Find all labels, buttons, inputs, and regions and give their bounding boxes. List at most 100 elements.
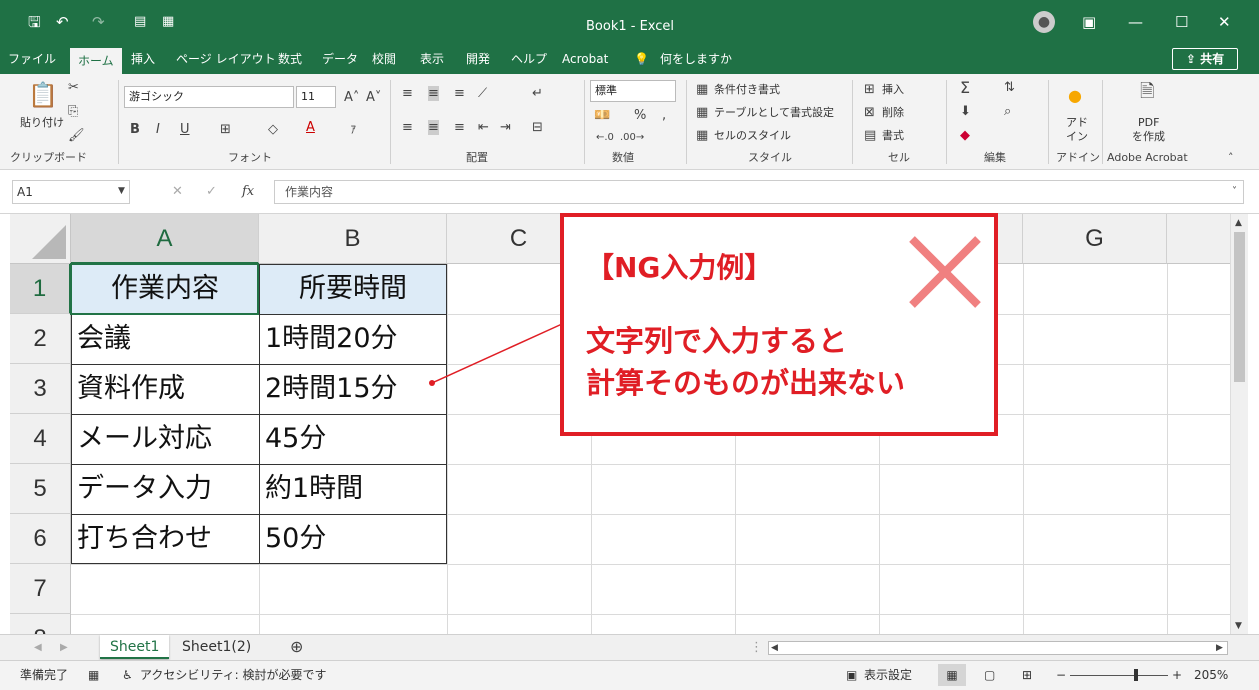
- copy-icon[interactable]: ⎘: [68, 104, 78, 119]
- row-header-8[interactable]: 8: [10, 614, 71, 634]
- close-icon[interactable]: ✕: [1218, 14, 1231, 30]
- column-header-g[interactable]: G: [1023, 214, 1167, 264]
- create-pdf-icon[interactable]: 🗎: [1140, 83, 1154, 101]
- paste-icon[interactable]: 📋: [28, 82, 58, 108]
- expand-formula-icon[interactable]: ˅: [1232, 184, 1237, 199]
- select-all-corner[interactable]: [10, 214, 71, 264]
- tab-help[interactable]: ヘルプ: [511, 52, 547, 67]
- delete-cells-icon[interactable]: ⊠: [864, 105, 875, 120]
- cell-b3[interactable]: 2時間15分: [259, 364, 447, 414]
- tell-me-search[interactable]: 何をしますか: [660, 52, 732, 67]
- bold-button[interactable]: B: [130, 122, 140, 137]
- tab-acrobat[interactable]: Acrobat: [562, 52, 608, 67]
- zoom-level[interactable]: 205%: [1194, 668, 1228, 683]
- align-center-icon[interactable]: ≡: [428, 120, 439, 135]
- accessibility-icon[interactable]: ♿: [122, 668, 133, 683]
- tab-review[interactable]: 校閲: [372, 52, 396, 67]
- underline-button[interactable]: U: [180, 122, 190, 137]
- addins-label-2[interactable]: イン: [1066, 130, 1088, 143]
- undo-icon[interactable]: ↶: [56, 14, 69, 30]
- zoom-slider[interactable]: [1070, 675, 1168, 676]
- conditional-format-icon[interactable]: ▦: [696, 82, 708, 97]
- account-avatar-icon[interactable]: ●: [1033, 11, 1055, 33]
- tab-home[interactable]: ホーム: [70, 46, 122, 74]
- format-cells-icon[interactable]: ▤: [864, 128, 876, 143]
- fill-color-icon[interactable]: ◇: [268, 122, 278, 137]
- share-button[interactable]: ⇪ 共有: [1172, 48, 1238, 70]
- zoom-slider-thumb[interactable]: [1134, 669, 1138, 681]
- find-select-icon[interactable]: ⌕: [1004, 104, 1011, 119]
- column-header-b[interactable]: B: [259, 214, 447, 264]
- font-size-select[interactable]: 11: [296, 86, 336, 108]
- minimize-icon[interactable]: —: [1128, 14, 1143, 30]
- align-bottom-icon[interactable]: ≡: [454, 86, 465, 101]
- cell-a5[interactable]: データ入力: [71, 464, 259, 514]
- tab-view[interactable]: 表示: [420, 52, 444, 67]
- redo-icon[interactable]: ↷: [92, 14, 105, 30]
- merge-center-icon[interactable]: ⊟: [532, 120, 543, 135]
- maximize-icon[interactable]: ☐: [1175, 14, 1188, 30]
- formula-input[interactable]: 作業内容: [274, 180, 1244, 204]
- scroll-up-icon[interactable]: ▲: [1235, 216, 1242, 231]
- namebox-dropdown-icon[interactable]: ▼: [118, 184, 125, 199]
- align-left-icon[interactable]: ≡: [402, 120, 413, 135]
- format-cells-button[interactable]: 書式: [882, 129, 904, 142]
- prev-sheet-icon[interactable]: ◀: [34, 640, 42, 655]
- delete-cells-button[interactable]: 削除: [882, 106, 904, 119]
- grow-font-icon[interactable]: A˄: [344, 90, 359, 105]
- row-header-2[interactable]: 2: [10, 314, 71, 364]
- align-middle-icon[interactable]: ≡: [428, 86, 439, 101]
- form-icon[interactable]: ▦: [162, 14, 174, 30]
- add-sheet-icon[interactable]: ⊕: [290, 639, 303, 655]
- scroll-left-icon[interactable]: ◀: [771, 641, 778, 656]
- zoom-out-icon[interactable]: −: [1056, 668, 1066, 683]
- row-header-5[interactable]: 5: [10, 464, 71, 514]
- name-box[interactable]: A1: [12, 180, 130, 204]
- format-as-table-icon[interactable]: ▦: [696, 105, 708, 120]
- currency-icon[interactable]: 💴: [594, 108, 610, 123]
- horizontal-scrollbar[interactable]: ◀: [768, 641, 1228, 655]
- cancel-icon[interactable]: ✕: [172, 184, 183, 199]
- scroll-right-icon[interactable]: ▶: [1216, 641, 1223, 656]
- cell-b6[interactable]: 50分: [259, 514, 447, 564]
- align-right-icon[interactable]: ≡: [454, 120, 465, 135]
- tab-page-layout[interactable]: ページ レイアウト: [176, 52, 276, 67]
- comma-icon[interactable]: ,: [662, 108, 666, 123]
- next-sheet-icon[interactable]: ▶: [60, 640, 68, 655]
- insert-cells-icon[interactable]: ⊞: [864, 82, 875, 97]
- align-top-icon[interactable]: ≡: [402, 86, 413, 101]
- addins-label-1[interactable]: アド: [1066, 116, 1088, 129]
- italic-button[interactable]: I: [156, 122, 160, 137]
- column-header-h[interactable]: [1167, 214, 1230, 264]
- vertical-scrollbar[interactable]: ▲ ▼: [1230, 214, 1248, 634]
- increase-indent-icon[interactable]: ⇥: [500, 120, 511, 135]
- page-break-view-icon[interactable]: ⊞: [1022, 668, 1032, 683]
- autosum-icon[interactable]: Σ: [960, 80, 970, 96]
- paste-label[interactable]: 貼り付け: [20, 116, 64, 129]
- sort-filter-icon[interactable]: ⇅: [1004, 80, 1015, 95]
- tab-insert[interactable]: 挿入: [131, 52, 155, 67]
- format-as-table-button[interactable]: テーブルとして書式設定: [714, 106, 834, 119]
- scroll-down-icon[interactable]: ▼: [1235, 619, 1242, 634]
- create-pdf-label-1[interactable]: PDF: [1138, 116, 1159, 129]
- tab-formulas[interactable]: 数式: [278, 52, 302, 67]
- border-icon[interactable]: ⊞: [220, 122, 231, 137]
- decrease-indent-icon[interactable]: ⇤: [478, 120, 489, 135]
- cell-a1[interactable]: 作業内容: [71, 264, 259, 314]
- sheet-tab-sheet1[interactable]: Sheet1: [100, 635, 170, 659]
- font-name-select[interactable]: 游ゴシック: [124, 86, 294, 108]
- display-settings-icon[interactable]: ▣: [846, 668, 857, 683]
- addins-icon[interactable]: ●: [1068, 88, 1082, 104]
- cell-styles-button[interactable]: セルのスタイル: [714, 129, 791, 142]
- macro-record-icon[interactable]: ▦: [88, 668, 99, 683]
- cell-b4[interactable]: 45分: [259, 414, 447, 464]
- cell-a6[interactable]: 打ち合わせ: [71, 514, 259, 564]
- format-painter-icon[interactable]: 🖌: [68, 128, 85, 143]
- row-header-3[interactable]: 3: [10, 364, 71, 414]
- tab-splitter-icon[interactable]: ⋮: [750, 640, 763, 655]
- cell-a3[interactable]: 資料作成: [71, 364, 259, 414]
- cell-styles-icon[interactable]: ▦: [696, 128, 708, 143]
- orientation-icon[interactable]: ⟋: [478, 86, 487, 101]
- zoom-in-icon[interactable]: +: [1172, 668, 1182, 683]
- row-header-7[interactable]: 7: [10, 564, 71, 614]
